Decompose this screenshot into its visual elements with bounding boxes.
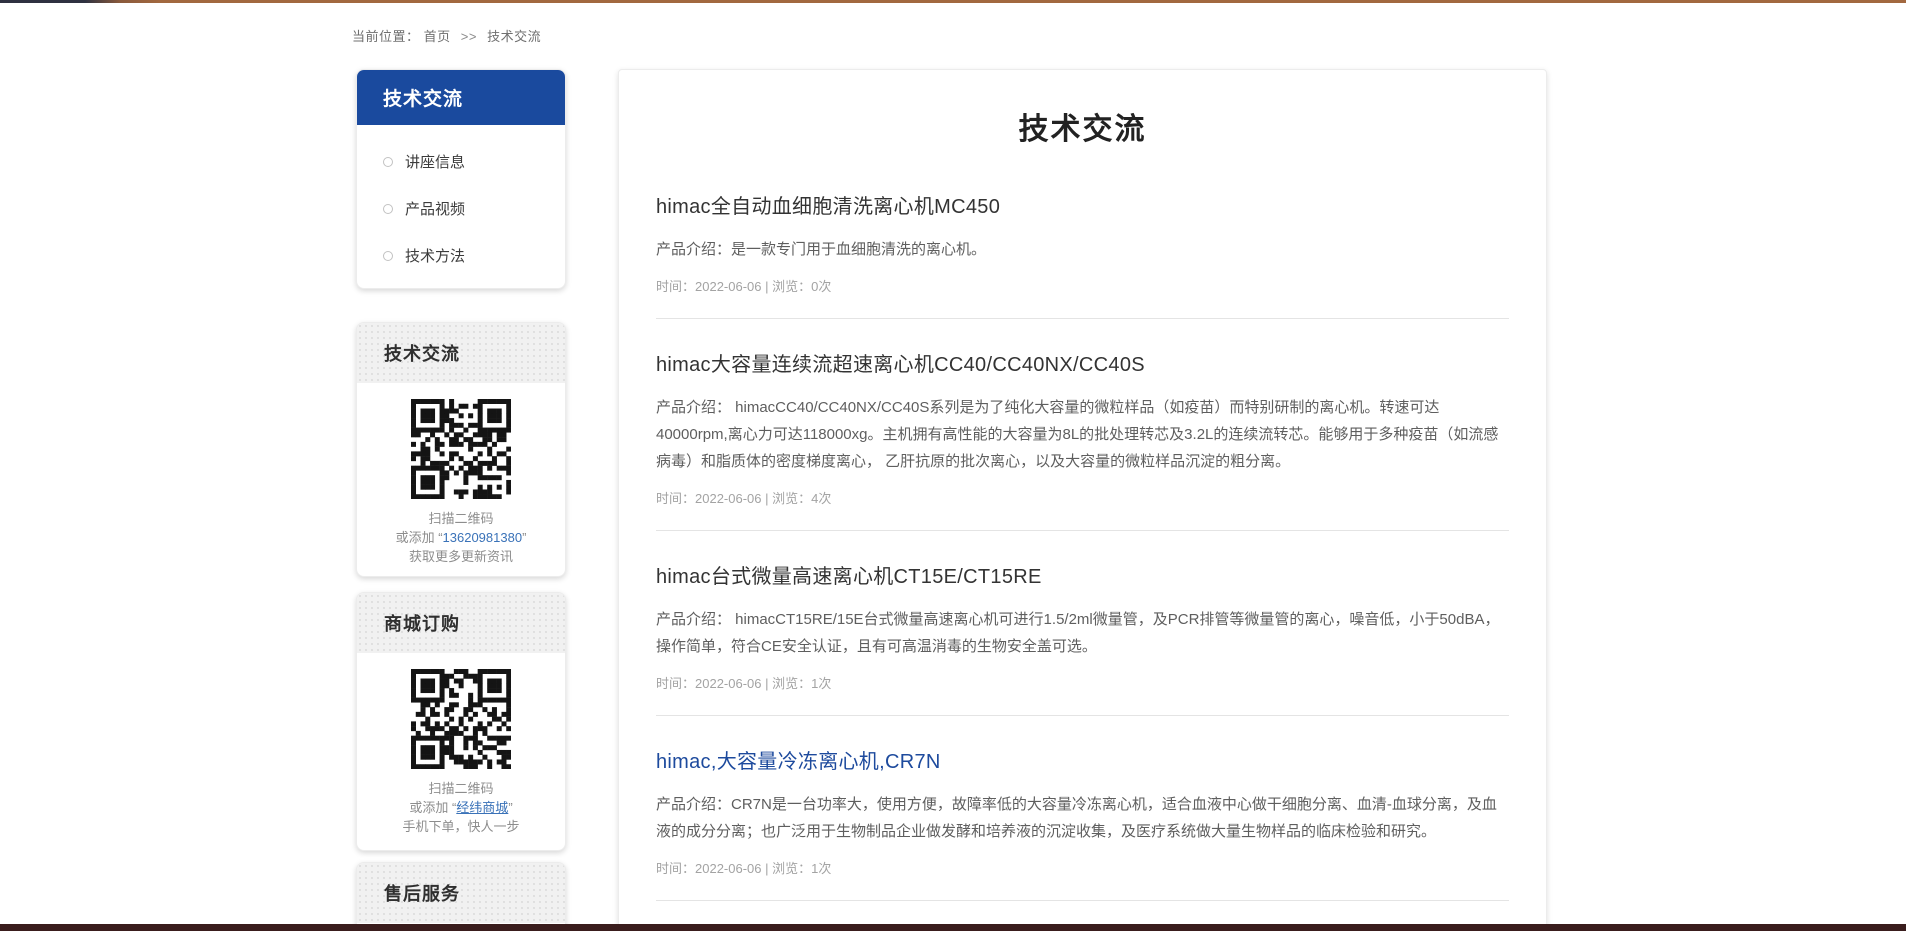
- qr-caption-suffix: ”: [508, 800, 512, 815]
- after-sales-card: 售后服务: [356, 862, 566, 931]
- qr-code-technical-exchange: [411, 399, 511, 499]
- top-accent-line: [0, 0, 1906, 3]
- article-title-link[interactable]: himac大容量连续流超速离心机CC40/CC40NX/CC40S: [656, 348, 1509, 377]
- qr-caption-line: 扫描二维码: [357, 779, 565, 798]
- article-title-link[interactable]: himac全自动血细胞清洗离心机MC450: [656, 190, 1509, 219]
- qr-caption-line: 或添加 “13620981380”: [357, 528, 565, 547]
- sidebar-item-label: 技术方法: [405, 245, 465, 266]
- breadcrumb-label: 当前位置：: [352, 29, 420, 44]
- article-meta: 时间：2022-06-06 | 浏览：1次: [656, 673, 1509, 692]
- article-item: himac大容量连续流超速离心机CC40/CC40NX/CC40S 产品介绍： …: [656, 348, 1509, 531]
- circle-bullet-icon: [383, 204, 393, 214]
- qr-caption-prefix: 或添加 “: [396, 530, 443, 545]
- qr-caption-suffix: ”: [522, 530, 526, 545]
- qr-caption: 扫描二维码 或添加 “13620981380” 获取更多更新资讯: [357, 509, 565, 566]
- sidebar-nav-title: 技术交流: [357, 70, 565, 125]
- article-intro: 产品介绍：CR7N是一台功率大，使用方便，故障率低的大容量冷冻离心机，适合血液中…: [656, 791, 1509, 845]
- qr-card-technical-exchange: 技术交流 扫描二维码 或添加 “13620981380” 获取更多更新资讯: [356, 322, 566, 577]
- qr-caption-line: 手机下单，快人一步: [357, 817, 565, 836]
- qr-caption: 扫描二维码 或添加 “经纬商城” 手机下单，快人一步: [357, 779, 565, 836]
- breadcrumb: 当前位置： 首页 >> 技术交流: [352, 26, 541, 45]
- sidebar-nav-list: 讲座信息 产品视频 技术方法: [357, 125, 565, 279]
- qr-card-mall-order: 商城订购 扫描二维码 或添加 “经纬商城” 手机下单，快人一步: [356, 592, 566, 851]
- qr-card-title: 技术交流: [357, 323, 565, 383]
- article-intro: 产品介绍：是一款专门用于血细胞清洗的离心机。: [656, 236, 1509, 263]
- sidebar-item-label: 讲座信息: [405, 151, 465, 172]
- mall-link[interactable]: 经纬商城: [456, 800, 508, 815]
- article-title-link[interactable]: himac,大容量冷冻离心机,CR7N: [656, 745, 1509, 774]
- sidebar-item-product-video[interactable]: 产品视频: [357, 185, 565, 232]
- article-item: himac全自动血细胞清洗离心机MC450 产品介绍：是一款专门用于血细胞清洗的…: [656, 190, 1509, 319]
- article-meta: 时间：2022-06-06 | 浏览：1次: [656, 858, 1509, 877]
- circle-bullet-icon: [383, 251, 393, 261]
- sidebar-item-technical-method[interactable]: 技术方法: [357, 232, 565, 279]
- qr-caption-prefix: 或添加 “: [409, 800, 456, 815]
- qr-code-mall: [411, 669, 511, 769]
- page-title: 技术交流: [656, 104, 1509, 148]
- phone-number: 13620981380: [443, 530, 523, 545]
- qr-caption-line: 获取更多更新资讯: [357, 547, 565, 566]
- article-intro: 产品介绍： himacCC40/CC40NX/CC40S系列是为了纯化大容量的微…: [656, 394, 1509, 475]
- breadcrumb-current: 技术交流: [487, 29, 541, 44]
- sidebar-item-lecture-info[interactable]: 讲座信息: [357, 138, 565, 185]
- breadcrumb-separator: >>: [461, 29, 477, 44]
- article-meta: 时间：2022-06-06 | 浏览：4次: [656, 488, 1509, 507]
- main-panel: 技术交流 himac全自动血细胞清洗离心机MC450 产品介绍：是一款专门用于血…: [618, 69, 1547, 931]
- sidebar-nav-card: 技术交流 讲座信息 产品视频 技术方法: [356, 69, 566, 289]
- article-meta: 时间：2022-06-06 | 浏览：0次: [656, 276, 1509, 295]
- sidebar-item-label: 产品视频: [405, 198, 465, 219]
- after-sales-title: 售后服务: [357, 863, 565, 923]
- article-list: himac全自动血细胞清洗离心机MC450 产品介绍：是一款专门用于血细胞清洗的…: [656, 190, 1509, 931]
- article-item: himac,大容量冷冻离心机,CR7N 产品介绍：CR7N是一台功率大，使用方便…: [656, 745, 1509, 901]
- qr-caption-line: 扫描二维码: [357, 509, 565, 528]
- qr-card-title: 商城订购: [357, 593, 565, 653]
- breadcrumb-home-link[interactable]: 首页: [424, 29, 451, 44]
- article-item: himac台式微量高速离心机CT15E/CT15RE 产品介绍： himacCT…: [656, 560, 1509, 716]
- bottom-accent-bar: [0, 924, 1906, 931]
- article-title-link[interactable]: himac台式微量高速离心机CT15E/CT15RE: [656, 560, 1509, 589]
- circle-bullet-icon: [383, 157, 393, 167]
- qr-caption-line: 或添加 “经纬商城”: [357, 798, 565, 817]
- article-intro: 产品介绍： himacCT15RE/15E台式微量高速离心机可进行1.5/2ml…: [656, 606, 1509, 660]
